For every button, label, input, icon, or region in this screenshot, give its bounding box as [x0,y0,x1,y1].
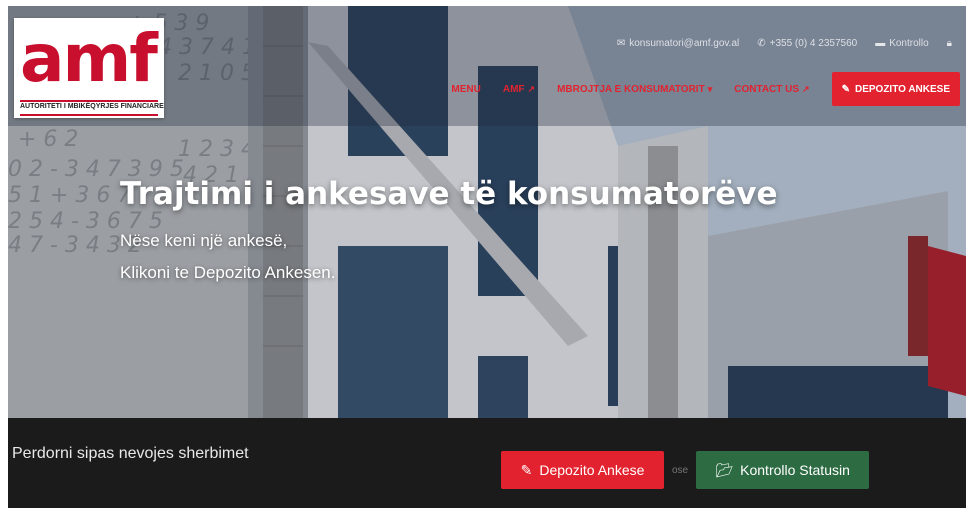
topbar-phone[interactable]: ✆ +355 (0) 4 2357560 [757,38,857,49]
site-header: amf AUTORITETI I MBIKËQYRJES FINANCIARE … [8,6,966,126]
check-status-label: Kontrollo Statusin [740,462,850,478]
services-band: Perdorni sipas nevojes sherbimet ✎ Depoz… [8,418,966,508]
topbar-control[interactable]: ▬ Kontrollo [875,38,928,49]
lock-icon: 🔒︎ [946,38,952,49]
hero-title: Trajtimi i ankesave të konsumatorëve [120,176,778,212]
services-tagline: Perdorni sipas nevojes sherbimet [12,445,249,462]
header-deposit-label: DEPOZITO ANKESE [854,83,950,95]
or-separator: ose [672,464,689,476]
folder-icon: ▬ [875,38,886,49]
deposit-complaint-label: Depozito Ankese [539,462,645,478]
site-logo[interactable]: amf AUTORITETI I MBIKËQYRJES FINANCIARE [14,18,164,118]
phone-icon: ✆ [757,38,766,49]
folder-open-icon: 📂︎ [715,461,734,478]
topbar-phone-text: +355 (0) 4 2357560 [769,38,858,49]
topbar-email[interactable]: ✉ konsumatori@amf.gov.al [617,38,739,49]
logo-subtitle: AUTORITETI I MBIKËQYRJES FINANCIARE [20,103,164,110]
nav-item-label: CONTACT US [734,83,800,95]
topbar-control-text: Kontrollo [889,38,929,49]
deposit-complaint-button[interactable]: ✎ Depozito Ankese [501,451,664,489]
logo-rule [20,114,158,116]
caret-down-icon: ▾ [707,83,713,94]
top-contact-bar: ✉ konsumatori@amf.gov.al ✆ +355 (0) 4 23… [617,38,952,49]
topbar-lock[interactable]: 🔒︎ [947,38,952,49]
hero-banner: + 5 3 9 4 3 7 4 1 7 2 1 0 5 + 6 2 0 2 - … [8,6,966,418]
hero-line-1: Nëse keni një ankesë, [120,231,288,250]
nav-item-label: MENU [451,83,481,95]
nav-item-consumer-protection[interactable]: MBROJTJA E KONSUMATORIT ▾ [557,84,712,95]
main-nav: MENU AMF ↗ MBROJTJA E KONSUMATORIT ▾ CON… [451,72,960,106]
header-deposit-button[interactable]: ✎ DEPOZITO ANKESE [831,72,960,106]
external-link-icon: ↗ [527,83,536,94]
nav-item-label: MBROJTJA E KONSUMATORIT [557,83,705,95]
envelope-icon: ✉ [616,38,626,49]
logo-rule [20,100,158,102]
edit-icon: ✎ [841,83,850,95]
nav-item-label: AMF [502,83,525,95]
nav-item-amf[interactable]: AMF ↗ [503,84,535,95]
nav-item-contact-us[interactable]: CONTACT US ↗ [734,84,809,95]
services-actions: ✎ Depozito Ankese ose 📂︎ Kontrollo Statu… [501,451,870,489]
external-link-icon: ↗ [802,83,810,94]
topbar-email-text: konsumatori@amf.gov.al [629,38,740,49]
logo-mark: amf [20,20,158,97]
page-frame: + 5 3 9 4 3 7 4 1 7 2 1 0 5 + 6 2 0 2 - … [8,6,966,508]
edit-icon: ✎ [520,461,533,478]
hero-line-2: Klikoni te Depozito Ankesen. [120,263,336,282]
nav-item-menu[interactable]: MENU [451,84,480,95]
check-status-button[interactable]: 📂︎ Kontrollo Statusin [696,451,870,489]
